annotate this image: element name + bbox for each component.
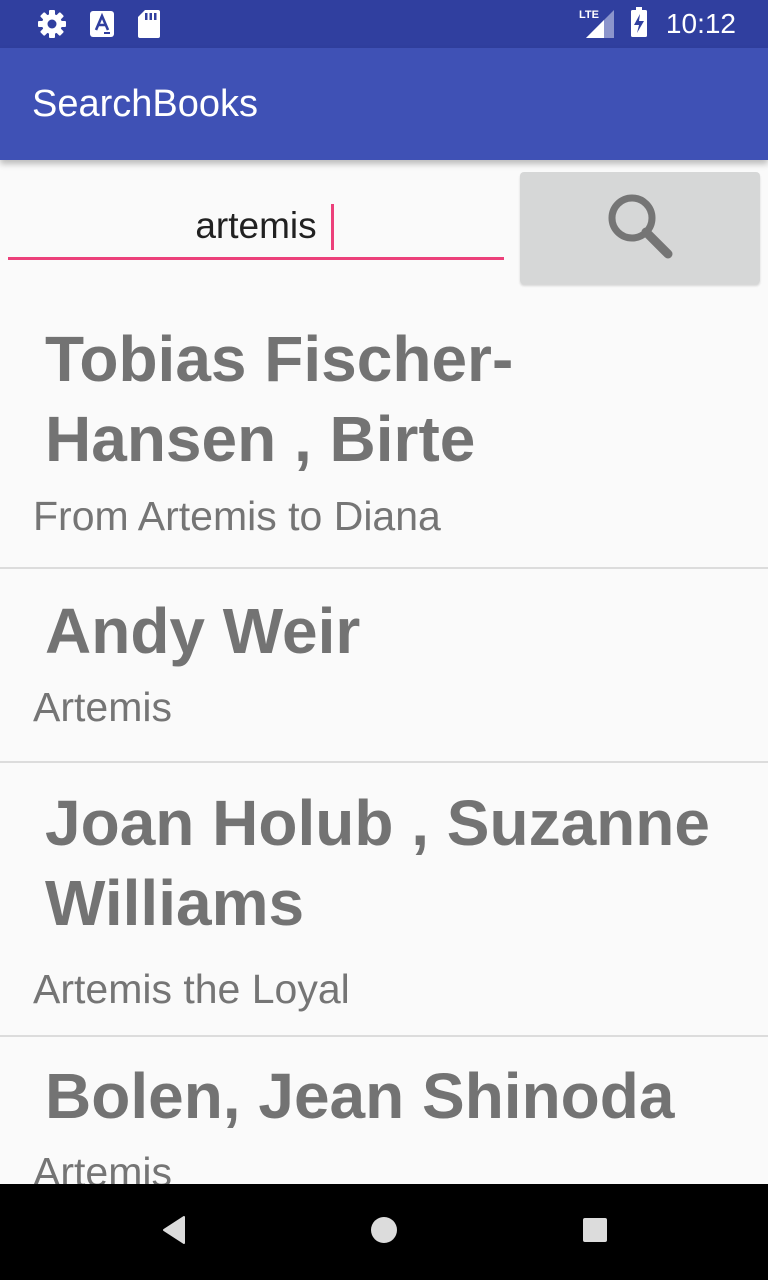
- search-input[interactable]: [8, 196, 504, 256]
- text-caret: [331, 204, 334, 250]
- back-button[interactable]: [154, 1212, 194, 1252]
- recents-icon: [582, 1217, 608, 1248]
- app-title: SearchBooks: [32, 83, 259, 125]
- navigation-bar: [0, 1184, 768, 1280]
- book-title: Artemis: [33, 684, 172, 730]
- book-title: From Artemis to Diana: [33, 493, 441, 539]
- book-title: Artemis: [33, 1149, 172, 1184]
- book-author: Tobias Fischer-Hansen , Birte: [45, 323, 514, 475]
- book-author: Joan Holub , Suzanne Williams: [45, 787, 710, 939]
- back-icon: [160, 1215, 188, 1250]
- search-field: [8, 196, 504, 260]
- book-title: Artemis the Loyal: [33, 966, 350, 1012]
- home-button[interactable]: [364, 1212, 404, 1252]
- status-time: 10:12: [665, 8, 736, 39]
- search-button[interactable]: [520, 172, 760, 284]
- sd-card-icon: [136, 8, 162, 40]
- list-item[interactable]: Joan Holub , Suzanne Williams Artemis th…: [0, 763, 768, 1037]
- home-icon: [370, 1216, 398, 1249]
- app-bar: SearchBooks: [0, 48, 768, 160]
- status-left-icons: [36, 8, 162, 40]
- lte-label: LTE: [579, 9, 599, 21]
- recents-button[interactable]: [575, 1212, 615, 1252]
- status-bar: LTE 10:12: [0, 0, 768, 48]
- battery-charging-icon: [630, 6, 648, 43]
- search-icon: [602, 188, 678, 269]
- lte-signal-icon: LTE: [578, 6, 618, 43]
- status-right-icons: LTE 10:12: [578, 6, 736, 43]
- book-author: Andy Weir: [45, 595, 361, 667]
- results-list[interactable]: Tobias Fischer-Hansen , Birte From Artem…: [0, 290, 768, 1184]
- list-item[interactable]: Tobias Fischer-Hansen , Birte From Artem…: [0, 290, 768, 569]
- list-item[interactable]: Andy Weir Artemis: [0, 569, 768, 763]
- settings-icon: [36, 8, 68, 40]
- list-item[interactable]: Bolen, Jean Shinoda Artemis: [0, 1037, 768, 1184]
- book-author: Bolen, Jean Shinoda: [45, 1060, 675, 1132]
- text-a-icon: [88, 8, 116, 40]
